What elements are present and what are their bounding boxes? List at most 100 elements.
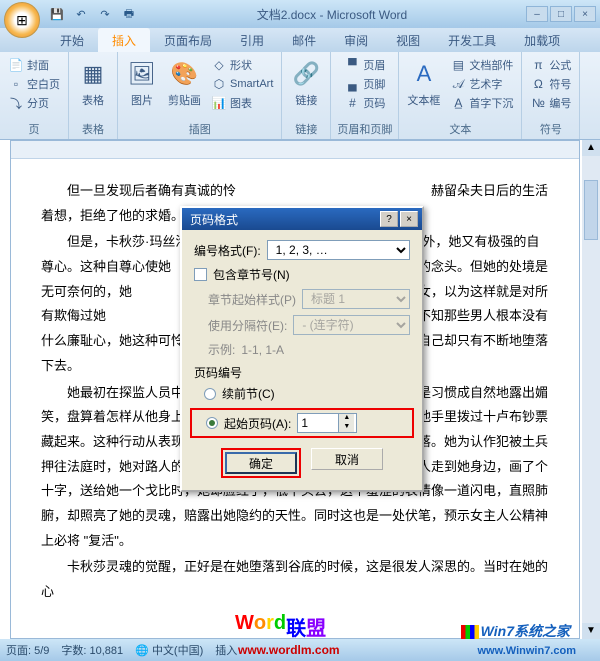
blank-icon: ▫ <box>8 76 24 92</box>
status-page[interactable]: 页面: 5/9 <box>6 642 49 658</box>
vertical-scrollbar[interactable]: ▲ ▼ <box>582 140 600 639</box>
chapter-style-label: 章节起始样式(P) <box>208 291 296 308</box>
start-at-radio[interactable] <box>206 417 218 429</box>
qat-redo[interactable]: ↷ <box>96 5 114 23</box>
start-at-label: 起始页码(A): <box>224 415 291 432</box>
continue-radio[interactable] <box>204 388 216 400</box>
chapter-style-select: 标题 1 <box>302 289 410 309</box>
titlebar: 💾 ↶ ↷ 🖶 文档2.docx - Microsoft Word – □ × <box>0 0 600 28</box>
scrollbar-thumb[interactable] <box>584 180 598 240</box>
format-label: 编号格式(F): <box>194 242 261 259</box>
spin-down[interactable]: ▼ <box>339 423 354 432</box>
close-button[interactable]: × <box>574 6 596 22</box>
start-at-spinner[interactable]: ▲ ▼ <box>297 413 357 433</box>
group-illus-label: 插图 <box>189 119 211 137</box>
qat-undo[interactable]: ↶ <box>72 5 90 23</box>
wordart-icon: 𝒜 <box>450 76 466 92</box>
smartart-button[interactable]: ⬡SmartArt <box>209 75 275 93</box>
spin-up[interactable]: ▲ <box>339 414 354 423</box>
minimize-button[interactable]: – <box>526 6 548 22</box>
scroll-down-arrow[interactable]: ▼ <box>582 623 600 639</box>
cover-page-button[interactable]: 📄封面 <box>6 56 62 74</box>
picture-button[interactable]: 🖼图片 <box>124 56 160 110</box>
cancel-button[interactable]: 取消 <box>311 448 383 470</box>
number-icon: № <box>530 95 546 111</box>
tab-mailings[interactable]: 邮件 <box>278 28 330 52</box>
tab-references[interactable]: 引用 <box>226 28 278 52</box>
qat-print[interactable]: 🖶 <box>120 5 138 23</box>
table-icon: ▦ <box>77 58 109 90</box>
dropcap-icon: A̲ <box>450 95 466 111</box>
tab-addins[interactable]: 加载项 <box>510 28 574 52</box>
tab-view[interactable]: 视图 <box>382 28 434 52</box>
pagenum-icon: # <box>344 95 360 111</box>
equation-button[interactable]: π公式 <box>528 56 573 74</box>
window-title: 文档2.docx - Microsoft Word <box>138 6 526 23</box>
shapes-icon: ◇ <box>211 57 227 73</box>
ruler[interactable] <box>11 141 579 159</box>
group-links-label: 链接 <box>295 119 317 137</box>
highlight-box: 起始页码(A): ▲ ▼ <box>190 408 414 438</box>
dialog-body: 编号格式(F): 1, 2, 3, … 包含章节号(N) 章节起始样式(P) 标… <box>182 230 422 490</box>
tab-layout[interactable]: 页面布局 <box>150 28 226 52</box>
chart-button[interactable]: 📊图表 <box>209 94 275 112</box>
start-at-input[interactable] <box>298 414 338 432</box>
symbol-button[interactable]: Ω符号 <box>528 75 573 93</box>
chart-icon: 📊 <box>211 95 227 111</box>
link-icon: 🔗 <box>290 58 322 90</box>
textbox-icon: A <box>408 58 440 90</box>
para[interactable]: 卡秋莎灵魂的觉醒，正好是在她堕落到谷底的时候，这是很发人深思的。当时在她的心 <box>41 555 549 604</box>
page-numbering-label: 页码编号 <box>194 364 410 381</box>
dialog-titlebar[interactable]: 页码格式 ? × <box>182 208 422 230</box>
qat-save[interactable]: 💾 <box>48 5 66 23</box>
include-chapter-checkbox[interactable] <box>194 268 207 281</box>
maximize-button[interactable]: □ <box>550 6 572 22</box>
window-controls: – □ × <box>526 6 596 22</box>
status-ime[interactable]: 🌐 中文(中国) <box>135 642 203 658</box>
parts-button[interactable]: ▤文档部件 <box>448 56 515 74</box>
group-tables: ▦表格 表格 <box>69 52 118 139</box>
status-bar: 页面: 5/9 字数: 10,881 🌐 中文(中国) 插入 <box>0 639 600 661</box>
footer-button[interactable]: ▄页脚 <box>342 75 387 93</box>
symbol-icon: Ω <box>530 76 546 92</box>
group-pages: 📄封面 ▫空白页 ⤵分页 页 <box>0 52 69 139</box>
tab-developer[interactable]: 开发工具 <box>434 28 510 52</box>
example-label: 示例: <box>208 341 235 358</box>
group-header-footer: ▀页眉 ▄页脚 #页码 页眉和页脚 <box>331 52 399 139</box>
page-break-button[interactable]: ⤵分页 <box>6 94 62 112</box>
ok-button[interactable]: 确定 <box>225 452 297 474</box>
shapes-button[interactable]: ◇形状 <box>209 56 275 74</box>
dropcap-button[interactable]: A̲首字下沉 <box>448 94 515 112</box>
tab-home[interactable]: 开始 <box>46 28 98 52</box>
header-icon: ▀ <box>344 57 360 73</box>
parts-icon: ▤ <box>450 57 466 73</box>
page-number-button[interactable]: #页码 <box>342 94 387 112</box>
number-format-select[interactable]: 1, 2, 3, … <box>267 240 410 260</box>
clipart-button[interactable]: 🎨剪贴画 <box>166 56 203 110</box>
group-text-label: 文本 <box>449 119 471 137</box>
blank-page-button[interactable]: ▫空白页 <box>6 75 62 93</box>
equation-icon: π <box>530 57 546 73</box>
tab-insert[interactable]: 插入 <box>98 28 150 52</box>
continue-label: 续前节(C) <box>222 385 275 402</box>
separator-label: 使用分隔符(E): <box>208 317 287 334</box>
group-links: 🔗链接 链接 <box>282 52 331 139</box>
dialog-close-button[interactable]: × <box>400 211 418 227</box>
clipart-icon: 🎨 <box>169 58 201 90</box>
footer-icon: ▄ <box>344 76 360 92</box>
wordart-button[interactable]: 𝒜艺术字 <box>448 75 515 93</box>
office-button[interactable]: ⊞ <box>4 2 40 38</box>
break-icon: ⤵ <box>8 95 24 111</box>
tab-review[interactable]: 审阅 <box>330 28 382 52</box>
ribbon-tabs: 开始 插入 页面布局 引用 邮件 审阅 视图 开发工具 加载项 <box>0 28 600 52</box>
group-hf-label: 页眉和页脚 <box>337 119 392 137</box>
textbox-button[interactable]: A文本框 <box>405 56 442 110</box>
table-button[interactable]: ▦表格 <box>75 56 111 110</box>
dialog-help-button[interactable]: ? <box>380 211 398 227</box>
status-insert[interactable]: 插入 <box>215 642 237 658</box>
status-words[interactable]: 字数: 10,881 <box>61 642 123 658</box>
link-button[interactable]: 🔗链接 <box>288 56 324 110</box>
number-button[interactable]: №编号 <box>528 94 573 112</box>
scroll-up-arrow[interactable]: ▲ <box>582 140 600 156</box>
header-button[interactable]: ▀页眉 <box>342 56 387 74</box>
